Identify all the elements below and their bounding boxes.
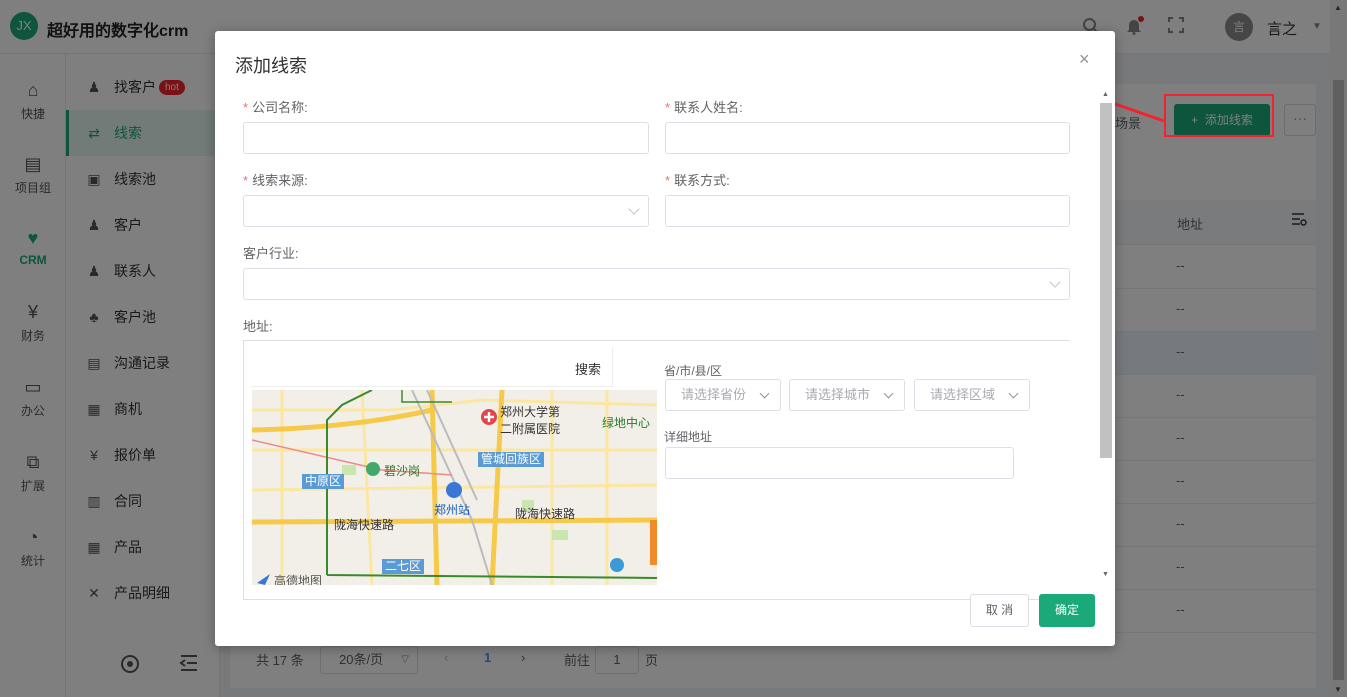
contact-name-label-text: 联系人姓名: bbox=[674, 100, 743, 115]
province-select[interactable]: 请选择省份 bbox=[665, 379, 781, 411]
map-search-divider bbox=[612, 347, 613, 387]
map-label-park: 绿地中心 bbox=[602, 416, 651, 430]
industry-select[interactable] bbox=[243, 268, 1070, 300]
contact-method-input[interactable] bbox=[665, 195, 1070, 227]
contact-method-label-text: 联系方式: bbox=[674, 173, 730, 188]
source-label-text: 线索来源: bbox=[252, 173, 308, 188]
required-mark: * bbox=[665, 100, 671, 115]
district-placeholder: 请选择区域 bbox=[930, 387, 996, 402]
detail-address-label: 详细地址 bbox=[664, 430, 713, 444]
chevron-down-icon bbox=[628, 203, 640, 215]
industry-label: 客户行业: bbox=[243, 246, 299, 261]
chevron-down-icon bbox=[1049, 276, 1061, 288]
scroll-down-arrow[interactable]: ▼ bbox=[1102, 571, 1109, 578]
chevron-down-icon bbox=[1008, 388, 1019, 399]
company-label-text: 公司名称: bbox=[252, 100, 308, 115]
add-lead-dialog: 添加线索 × * 公司名称: * 联系人姓名: * 线索来源: * 联系方式: 客户行业… bbox=[215, 31, 1115, 646]
contact-method-label: * 联系方式: bbox=[665, 170, 730, 189]
map-label-bishagang: 碧沙岗 bbox=[384, 464, 421, 478]
contact-name-input[interactable] bbox=[665, 122, 1070, 154]
map-label-road-west: 陇海快速路 bbox=[334, 518, 395, 532]
required-mark: * bbox=[243, 173, 249, 188]
map-label-road-east: 陇海快速路 bbox=[515, 507, 576, 521]
confirm-button[interactable]: 确定 bbox=[1039, 594, 1095, 627]
dialog-scroll-thumb[interactable] bbox=[1100, 103, 1112, 458]
region-label: 省/市/县/区 bbox=[664, 364, 723, 378]
close-icon[interactable]: × bbox=[1079, 49, 1090, 69]
map-label-erqi: 二七区 bbox=[382, 559, 425, 574]
company-name-input[interactable] bbox=[243, 122, 649, 154]
cancel-button[interactable]: 取 消 bbox=[970, 594, 1029, 627]
detail-address-input[interactable] bbox=[665, 447, 1014, 479]
lead-source-select[interactable] bbox=[243, 195, 649, 227]
annotation-highlight-box bbox=[1164, 94, 1274, 137]
address-label: 地址: bbox=[243, 319, 273, 334]
chevron-down-icon bbox=[883, 388, 894, 399]
source-label: * 线索来源: bbox=[243, 170, 308, 189]
map-attribution: 高德地图 bbox=[274, 574, 323, 585]
map-search-button[interactable]: 搜索 bbox=[575, 359, 601, 378]
company-label: * 公司名称: bbox=[243, 97, 308, 116]
province-placeholder: 请选择省份 bbox=[681, 387, 747, 402]
district-select[interactable]: 请选择区域 bbox=[914, 379, 1030, 411]
dialog-title: 添加线索 bbox=[235, 56, 307, 76]
required-mark: * bbox=[243, 100, 249, 115]
map-label-hospital: 郑州大学第 二附属医院 bbox=[500, 405, 561, 436]
city-select[interactable]: 请选择城市 bbox=[789, 379, 905, 411]
map-label-zhongyuan: 中原区 bbox=[302, 474, 345, 489]
required-mark: * bbox=[665, 173, 671, 188]
map-search-input[interactable] bbox=[251, 347, 613, 387]
map-label-guancheng: 管城回族区 bbox=[478, 452, 545, 467]
contact-name-label: * 联系人姓名: bbox=[665, 97, 743, 116]
map-view[interactable]: 郑州大学第 二附属医院 绿地中心 管城回族区 中原区 碧沙岗 郑州站 陇海快速路 … bbox=[252, 390, 657, 585]
map-label-station: 郑州站 bbox=[434, 503, 471, 517]
chevron-down-icon bbox=[759, 388, 770, 399]
dialog-scrollbar[interactable]: ▲ ▼ bbox=[1100, 91, 1112, 581]
city-placeholder: 请选择城市 bbox=[805, 387, 871, 402]
scroll-up-arrow[interactable]: ▲ bbox=[1102, 91, 1109, 98]
